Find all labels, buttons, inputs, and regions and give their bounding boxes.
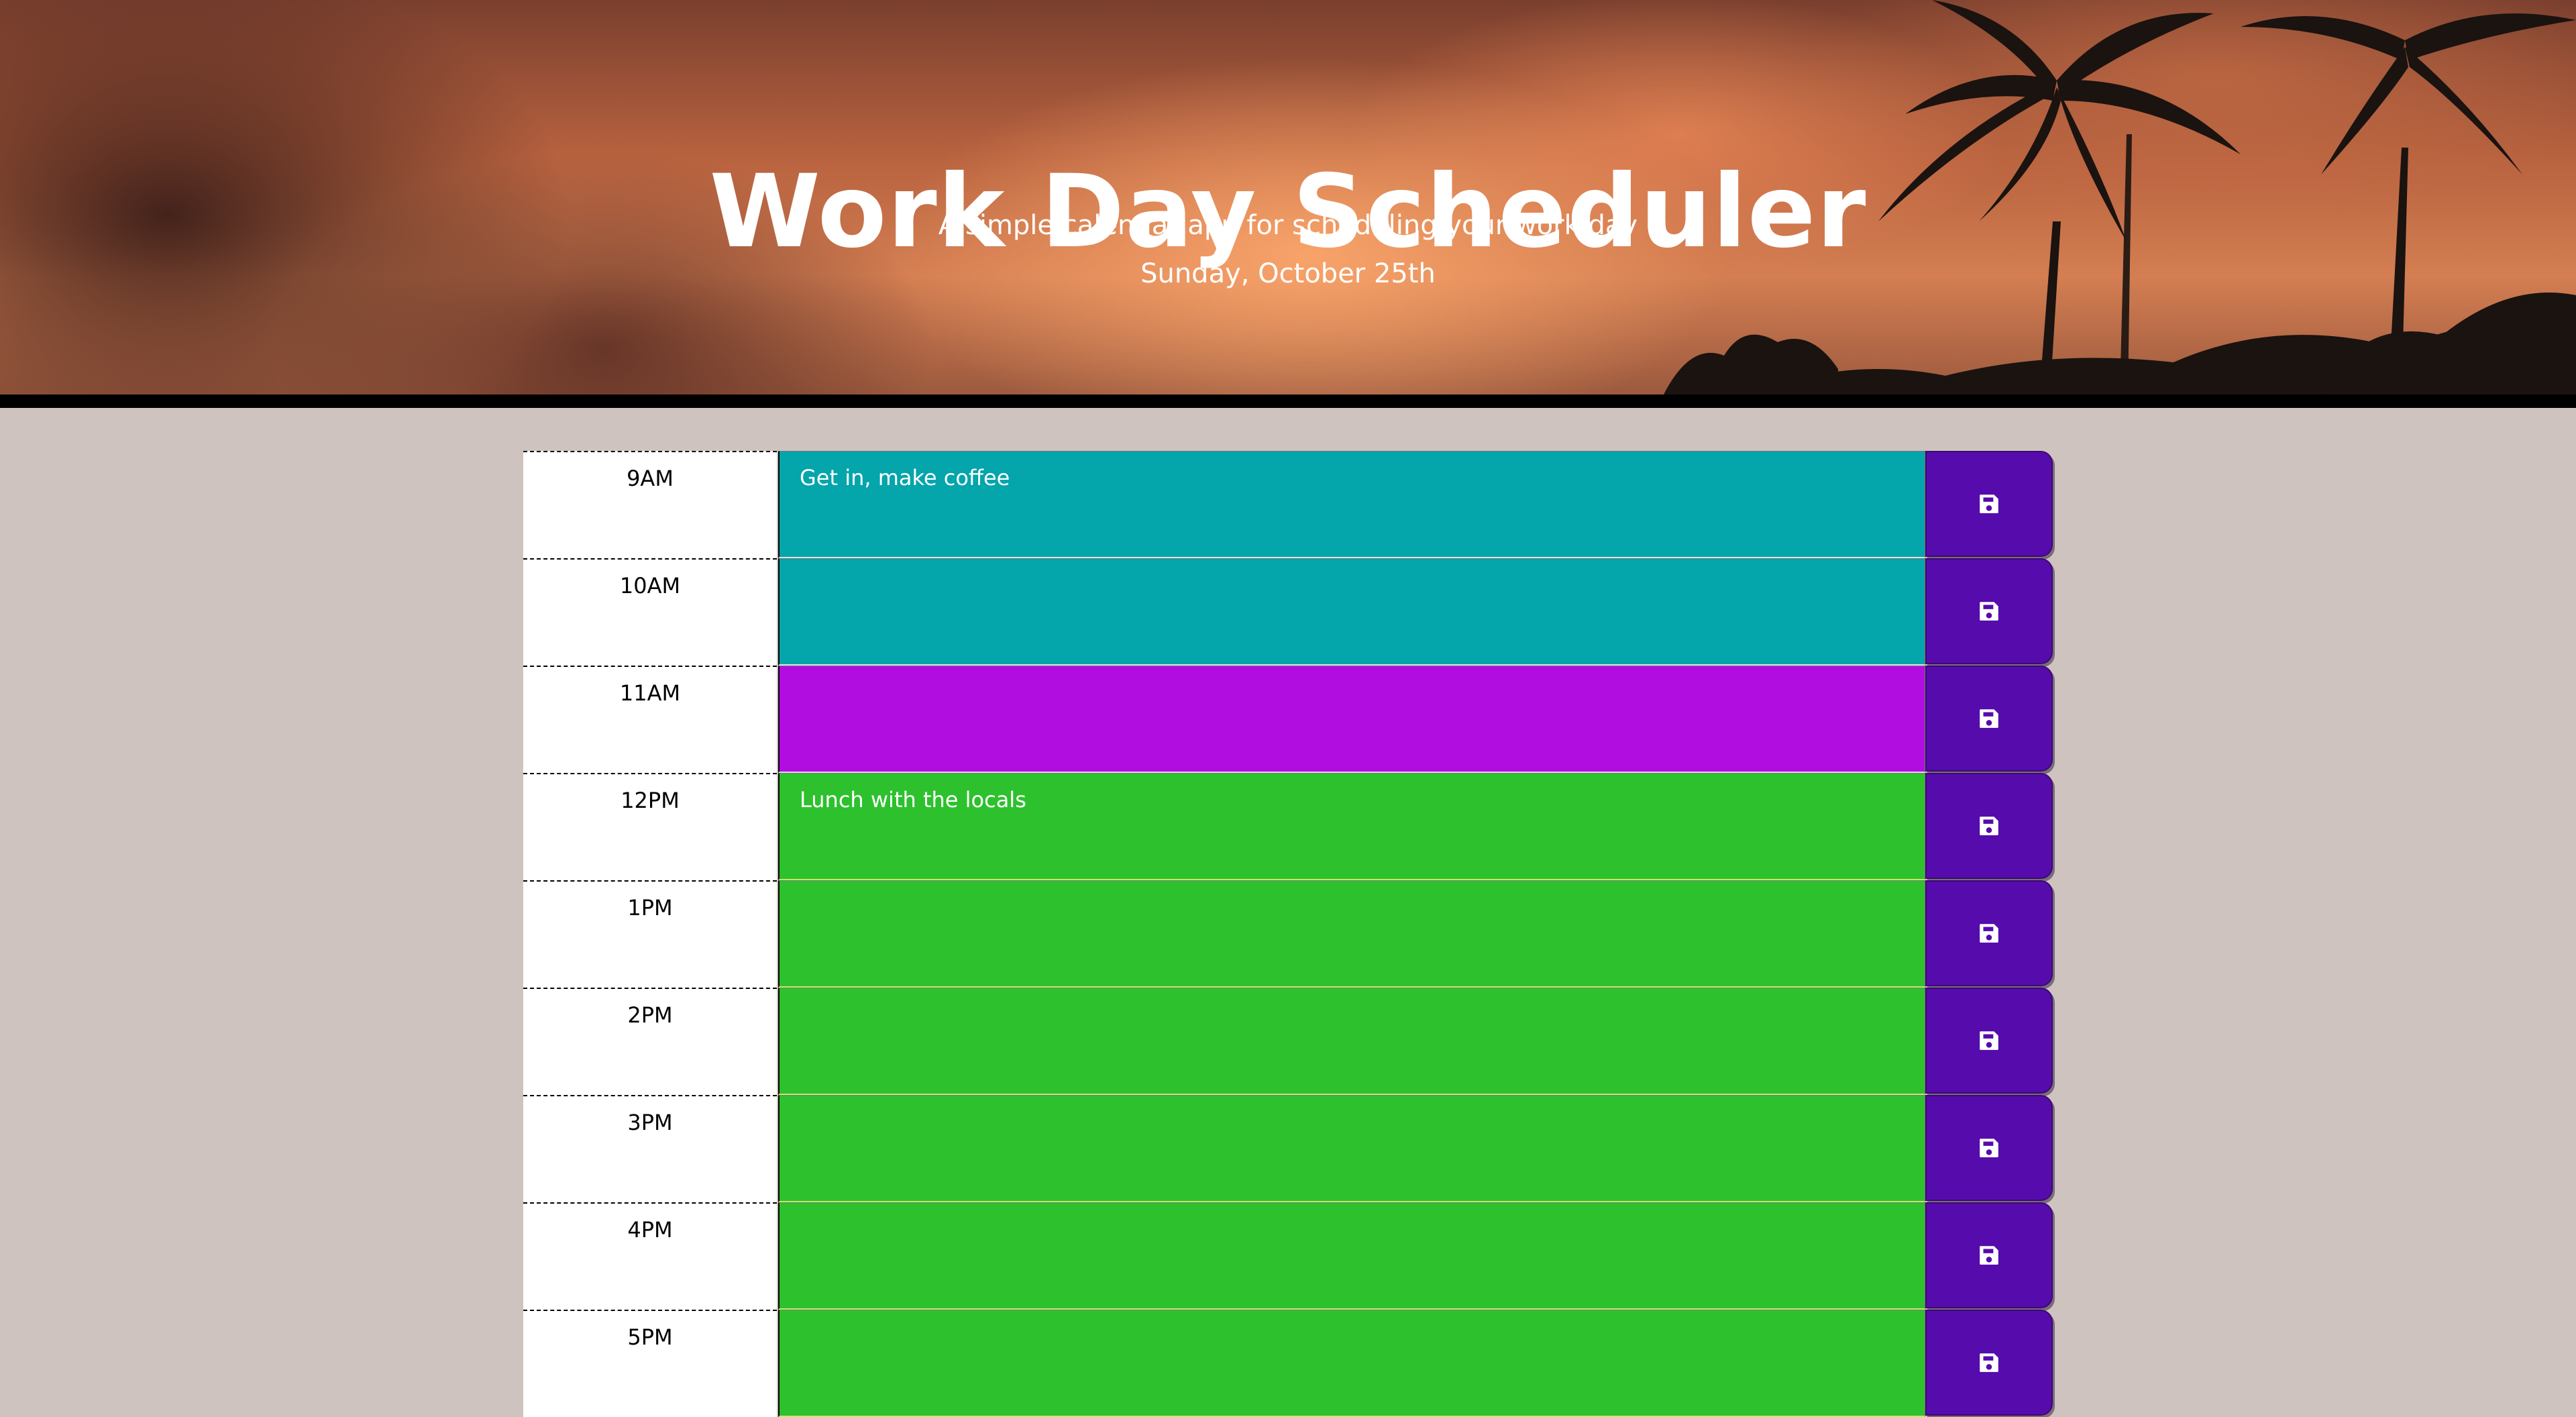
save-button[interactable] [1925,1202,2053,1308]
save-icon [1980,817,1998,835]
time-block-row: 10AM [523,558,2053,666]
page-subtitle: A simple calendar app for scheduling you… [938,210,1638,241]
time-block-row: 3PM [523,1095,2053,1202]
time-block-row: 1PM [523,880,2053,988]
save-icon [1980,494,1998,513]
hour-label: 5PM [523,1310,777,1417]
hour-label: 1PM [523,880,777,988]
time-block-row: 5PM [523,1310,2053,1417]
header-divider [0,395,2576,408]
event-description-input[interactable] [778,1095,1925,1202]
save-icon [1980,602,1998,621]
event-description-input[interactable]: Lunch with the locals [778,773,1925,880]
save-icon [1980,1246,1998,1265]
header-banner: Work Day Scheduler A simple calendar app… [0,0,2576,395]
save-icon [1980,924,1998,943]
event-description-input[interactable] [778,558,1925,666]
event-description-input[interactable] [778,988,1925,1095]
time-block-row: 11AM [523,666,2053,773]
event-description-input[interactable] [778,1310,1925,1417]
time-block-row: 12PM Lunch with the locals [523,773,2053,880]
hour-label: 11AM [523,666,777,773]
hour-label: 10AM [523,558,777,666]
shrub-image [1664,334,1838,395]
save-button[interactable] [1925,451,2053,557]
event-description-input[interactable] [778,880,1925,988]
save-icon [1980,709,1998,728]
event-description-input[interactable] [778,1202,1925,1310]
save-button[interactable] [1925,880,2053,986]
hour-label: 3PM [523,1095,777,1202]
save-button[interactable] [1925,558,2053,664]
hour-label: 9AM [523,451,777,558]
hour-label: 4PM [523,1202,777,1310]
time-block-row: 2PM [523,988,2053,1095]
save-icon [1980,1353,1998,1372]
save-button[interactable] [1925,773,2053,879]
save-button[interactable] [1925,1310,2053,1416]
save-icon [1980,1031,1998,1050]
hour-label: 12PM [523,773,777,880]
save-button[interactable] [1925,1095,2053,1201]
event-description-input[interactable] [778,666,1925,773]
save-button[interactable] [1925,988,2053,1094]
current-day: Sunday, October 25th [1140,258,1436,289]
hour-label: 2PM [523,988,777,1095]
time-block-row: 4PM [523,1202,2053,1310]
schedule-container: 9AM Get in, make coffee 10AM 11AM 12PM L… [523,451,2053,1417]
time-block-row: 9AM Get in, make coffee [523,451,2053,558]
save-icon [1980,1139,1998,1157]
save-button[interactable] [1925,666,2053,772]
event-description-input[interactable]: Get in, make coffee [778,451,1925,558]
